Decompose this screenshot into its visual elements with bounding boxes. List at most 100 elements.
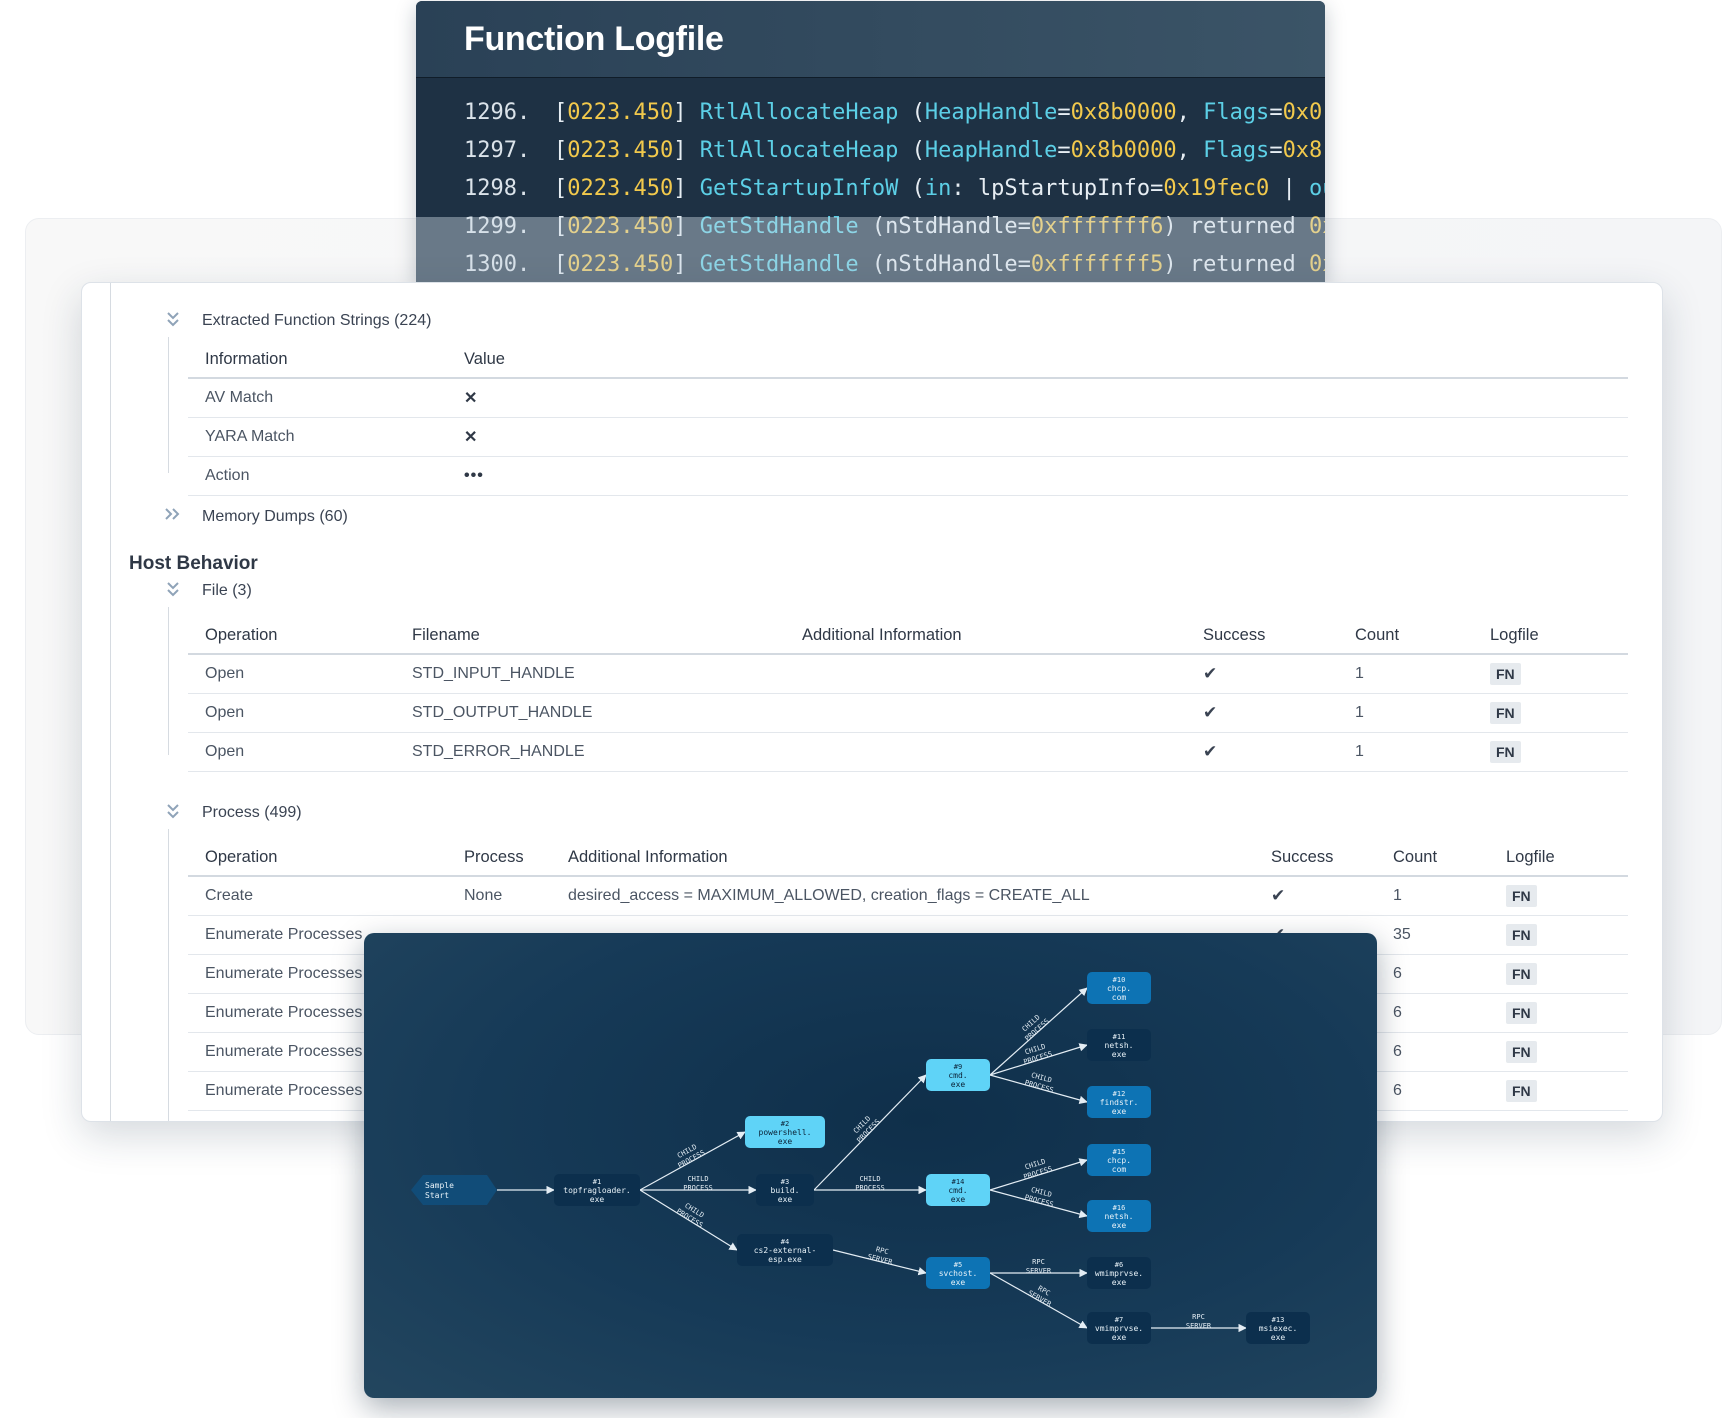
cell-text: STD_INPUT_HANDLE <box>412 665 575 682</box>
file-section-header[interactable]: File (3) <box>158 581 252 601</box>
process-node-n7[interactable]: #7vmimprvse.exe <box>1087 1312 1151 1344</box>
edge-label-text: PROCESS <box>683 1184 713 1192</box>
process-node-start[interactable]: SampleStart <box>411 1175 497 1205</box>
logfile-fn-button[interactable]: FN <box>1506 1002 1537 1024</box>
edge-label: CHILDPROCESS <box>1023 1043 1054 1067</box>
process-node-n2[interactable]: #2powershell.exe <box>745 1116 825 1148</box>
node-label: svchost. <box>939 1269 978 1278</box>
process-node-n14[interactable]: #14cmd.exe <box>926 1174 990 1206</box>
logfile-fn-button[interactable]: FN <box>1506 963 1537 985</box>
node-label: exe <box>778 1195 793 1204</box>
node-label: exe <box>1112 1278 1127 1287</box>
node-label: com <box>1112 993 1127 1002</box>
memory-dumps-header[interactable]: Memory Dumps (60) <box>158 507 348 527</box>
extracted-strings-header[interactable]: Extracted Function Strings (224) <box>158 311 431 331</box>
table-row: Open STD_OUTPUT_HANDLE ✔ 1 FN <box>188 693 1628 733</box>
process-node-n3[interactable]: #3build.exe <box>756 1174 814 1206</box>
process-node-n10[interactable]: #10chcp.com <box>1087 972 1151 1004</box>
col-header-count: Count <box>1376 839 1489 877</box>
col-header-success: Success <box>1254 839 1376 877</box>
node-label: vmimprvse. <box>1095 1324 1143 1333</box>
cell-count: 6 <box>1376 954 1489 994</box>
cell-log: FN <box>1473 693 1628 733</box>
graph-edge: RPCSERVER <box>1151 1313 1247 1333</box>
process-node-n5[interactable]: #5svchost.exe <box>926 1257 990 1289</box>
cell-text: STD_OUTPUT_HANDLE <box>412 704 593 721</box>
logfile-fn-button[interactable]: FN <box>1506 1080 1537 1102</box>
bracket: [ <box>554 176 568 201</box>
process-node-n4[interactable]: #4cs2-external-esp.exe <box>737 1234 833 1266</box>
logfile-fn-button[interactable]: FN <box>1490 741 1521 763</box>
section-rule <box>168 607 169 755</box>
process-section-header[interactable]: Process (499) <box>158 803 302 823</box>
more-actions-icon[interactable]: ••• <box>464 467 484 484</box>
col-header-filename: Filename <box>395 617 785 655</box>
checkmark-icon: ✔ <box>1271 886 1286 905</box>
process-node-n1[interactable]: #1topfragloader.exe <box>554 1174 640 1206</box>
log-token: ) returned <box>1163 214 1310 239</box>
node-label: cs2-external- <box>754 1246 817 1255</box>
cell-value: ✕ <box>447 378 1628 418</box>
process-graph-panel: CHILD PROCESS CHILD PROCESS CHILD PROCESS CHIL… <box>364 933 1377 1398</box>
col-header-additional-info: Additional Information <box>785 617 1186 655</box>
col-header-count: Count <box>1338 617 1473 655</box>
chevron-down-icon[interactable] <box>158 581 188 601</box>
process-node-n12[interactable]: #12findstr.exe <box>1087 1086 1151 1118</box>
process-node-n13[interactable]: #13msiexec.exe <box>1246 1312 1310 1344</box>
process-node-n9[interactable]: #9cmd.exe <box>926 1059 990 1091</box>
node-label: #2 <box>781 1120 789 1128</box>
cell-text: 35 <box>1393 926 1411 943</box>
chevron-down-icon[interactable] <box>158 311 188 331</box>
cell-text: None <box>464 887 503 904</box>
log-token: = <box>1269 100 1283 125</box>
cell-count: 1 <box>1338 654 1473 694</box>
cell-value: ••• <box>447 456 1628 496</box>
logfile-fn-button[interactable]: FN <box>1506 1041 1537 1063</box>
table-row: Create None desired_access = MAXIMUM_ALLOW… <box>188 876 1628 916</box>
edge-label: CHILDPROCESS <box>1023 1158 1054 1182</box>
graph-edge: CHILDPROCESS <box>814 1175 927 1195</box>
cell-text: 6 <box>1393 1004 1402 1021</box>
start-node-shape <box>411 1175 497 1205</box>
log-token: Flags <box>1203 100 1270 125</box>
logfile-fn-button[interactable]: FN <box>1506 924 1537 946</box>
file-section-title: File (3) <box>202 582 252 599</box>
cell-text: Enumerate Processes <box>205 965 363 982</box>
edge-label-text: PROCESS <box>855 1184 885 1192</box>
log-token: 0x0 <box>1309 252 1325 277</box>
process-node-n15[interactable]: #15chcp.com <box>1087 1144 1151 1176</box>
table-row: Action ••• <box>188 456 1628 496</box>
bracket: [ <box>554 252 568 277</box>
logfile-fn-button[interactable]: FN <box>1490 663 1521 685</box>
log-line-number: 1298. <box>464 176 531 201</box>
edge-label: RPCSERVER <box>1027 1284 1054 1309</box>
log-token: , <box>1176 138 1204 163</box>
node-label: #15 <box>1113 1148 1126 1156</box>
logfile-fn-button[interactable]: FN <box>1490 702 1521 724</box>
extracted-strings-title: Extracted Function Strings (224) <box>202 312 432 329</box>
cell-filename: STD_OUTPUT_HANDLE <box>395 693 785 733</box>
node-label: topfragloader. <box>563 1186 630 1195</box>
edge-label: RPCSERVER <box>1026 1258 1052 1275</box>
node-label: cmd. <box>948 1186 967 1195</box>
col-header-operation: Operation <box>188 839 447 877</box>
cell-success: ✔ <box>1186 693 1338 733</box>
cell-text: Enumerate Processes <box>205 1043 363 1060</box>
process-node-n6[interactable]: #6wmimprvse.exe <box>1087 1257 1151 1289</box>
log-token: 0x8b0000 <box>1070 100 1177 125</box>
logfile-fn-button[interactable]: FN <box>1506 885 1537 907</box>
node-label: #14 <box>952 1178 965 1186</box>
chevron-right-icon[interactable] <box>158 507 188 527</box>
log-token: | <box>1269 176 1310 201</box>
cell-log: FN <box>1489 876 1628 916</box>
cell-success: ✔ <box>1186 732 1338 772</box>
bracket: ] <box>673 100 700 125</box>
chevron-down-icon[interactable] <box>158 803 188 823</box>
cell-count: 1 <box>1376 876 1489 916</box>
host-behavior-title: Host Behavior <box>129 553 258 574</box>
process-node-n11[interactable]: #11netsh.exe <box>1087 1029 1151 1061</box>
edge-label: CHILDPROCESS <box>1024 1071 1055 1094</box>
log-token: 0x8b0000 <box>1070 138 1177 163</box>
node-label: exe <box>1271 1333 1286 1342</box>
process-node-n16[interactable]: #16netsh.exe <box>1087 1200 1151 1232</box>
